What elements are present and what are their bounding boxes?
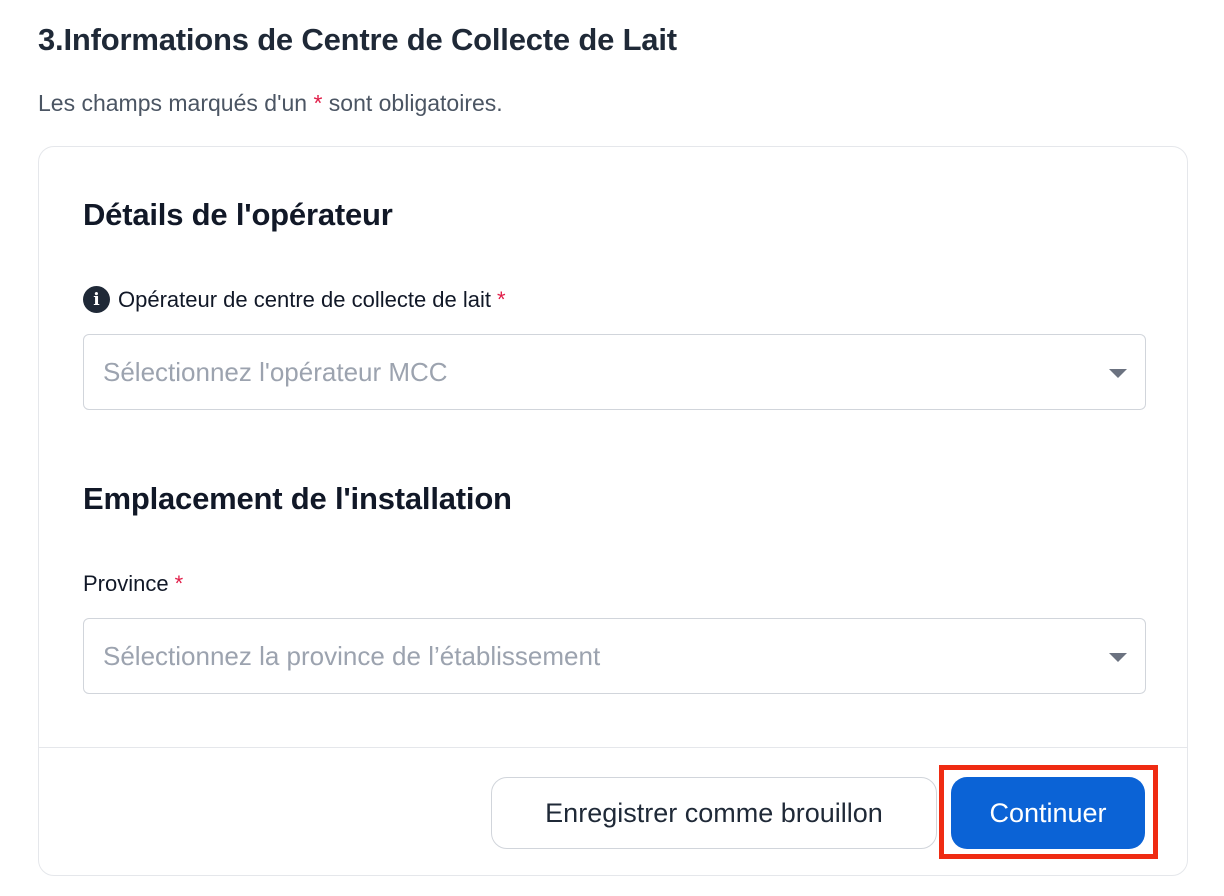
province-select[interactable]: Sélectionnez la province de l’établissem… <box>83 618 1146 694</box>
required-star: * <box>497 286 506 312</box>
required-star: * <box>313 90 323 116</box>
location-section-title: Emplacement de l'installation <box>83 481 512 516</box>
operator-select[interactable]: Sélectionnez l'opérateur MCC <box>83 334 1146 410</box>
form-card: Détails de l'opérateur i Opérateur de ce… <box>38 146 1188 876</box>
footer-divider <box>39 747 1187 748</box>
province-label-text: Province <box>83 571 169 596</box>
caret-down-icon <box>1109 653 1127 662</box>
note-text-after: sont obligatoires. <box>328 90 503 116</box>
operator-label-text: Opérateur de centre de collecte de lait <box>118 286 492 312</box>
note-text-before: Les champs marqués d'un <box>38 90 308 116</box>
page-title: 3.Informations de Centre de Collecte de … <box>38 22 677 57</box>
province-field-label: Province * <box>83 571 183 597</box>
operator-field-label: i Opérateur de centre de collecte de lai… <box>83 286 506 313</box>
required-star: * <box>174 571 184 596</box>
required-fields-note: Les champs marqués d'un * sont obligatoi… <box>38 90 503 117</box>
operator-select-placeholder: Sélectionnez l'opérateur MCC <box>103 356 448 387</box>
caret-down-icon <box>1109 369 1127 378</box>
info-circle-icon[interactable]: i <box>83 286 110 313</box>
operator-section-title: Détails de l'opérateur <box>83 197 393 232</box>
province-select-placeholder: Sélectionnez la province de l’établissem… <box>103 640 601 671</box>
save-draft-button[interactable]: Enregistrer comme brouillon <box>491 777 937 849</box>
continue-button[interactable]: Continuer <box>951 777 1145 849</box>
